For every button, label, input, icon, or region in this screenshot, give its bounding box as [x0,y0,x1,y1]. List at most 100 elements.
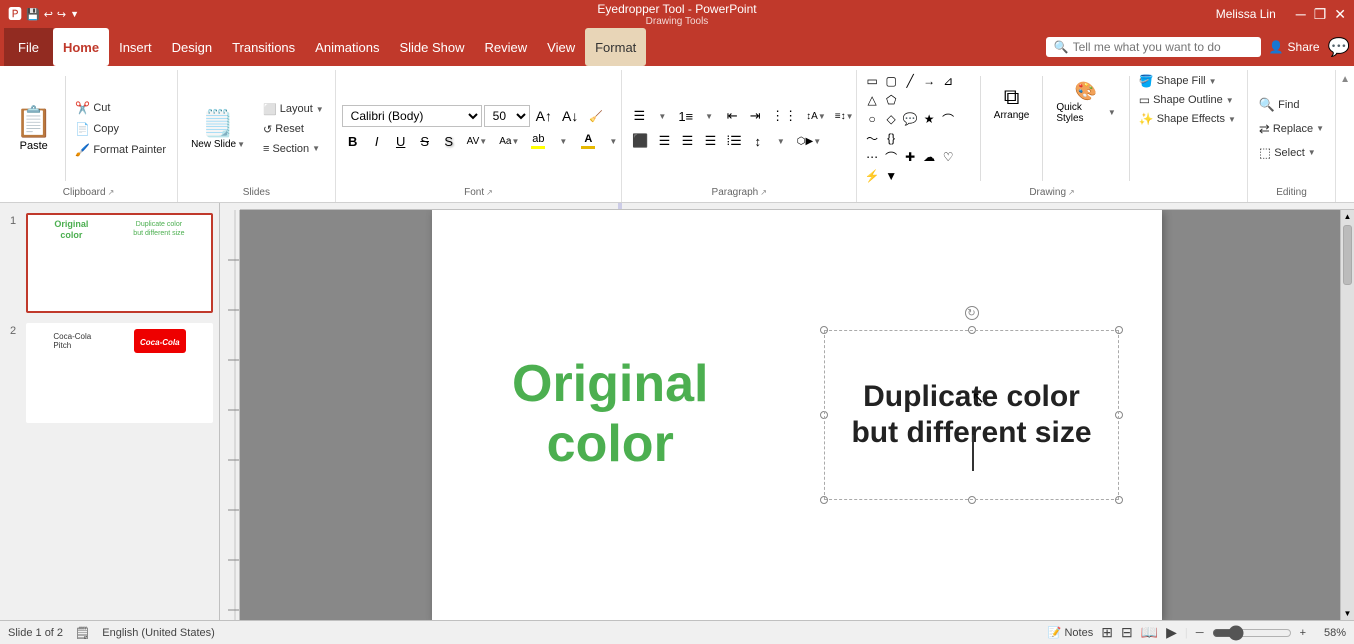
reading-view-button[interactable]: 📖 [1141,624,1158,641]
presenter-view-button[interactable]: ▶ [1166,624,1177,641]
shape-star[interactable]: ★ [920,110,938,128]
italic-button[interactable]: I [366,130,388,152]
slide-sorter-button[interactable]: ⊟ [1121,624,1133,641]
menu-slideshow[interactable]: Slide Show [389,28,474,66]
share-button[interactable]: 👤 Share [1269,40,1320,54]
font-size-select[interactable]: 50 [484,105,530,127]
comment-button[interactable]: 💬 [1328,37,1350,58]
shape-round-rect[interactable]: ▢ [882,72,900,90]
menu-design[interactable]: Design [162,28,222,66]
shape-outline-button[interactable]: ▭ Shape Outline ▼ [1134,91,1241,109]
font-shrink-button[interactable]: A↓ [558,106,582,126]
menu-home[interactable]: Home [53,28,109,66]
reset-button[interactable]: ↺ Reset [258,120,329,139]
arrange-button[interactable]: ⧉ Arrange [985,72,1039,132]
shape-more2[interactable]: ⋯ [863,148,881,166]
layout-button[interactable]: ⬜ Layout ▼ [258,100,329,119]
shape-heart[interactable]: ♡ [939,148,957,166]
section-button[interactable]: ≡ Section ▼ [258,140,329,158]
zoom-slider[interactable] [1212,625,1292,641]
slide-thumb-1[interactable]: Original color Duplicate color but diffe… [26,213,213,313]
shape-bracket[interactable]: {} [882,129,900,147]
drawing-expand[interactable]: ↗ [1068,188,1075,197]
increase-indent-button[interactable]: ⇥ [744,105,766,127]
shape-curved[interactable]: ⌒ [939,110,957,128]
font-color-dd-arrow[interactable]: ▼ [602,130,624,152]
strikethrough-button[interactable]: S [414,130,436,152]
font-grow-button[interactable]: A↑ [532,106,556,126]
font-color-dropdown[interactable]: ▼ [552,130,574,152]
search-input[interactable] [1073,40,1253,54]
highlight-button[interactable]: ab [526,130,550,152]
line-spacing-button[interactable]: ↕ [747,130,769,152]
normal-view-button[interactable]: ⊞ [1101,624,1113,641]
shape-more[interactable]: ⊿ [939,72,957,90]
clear-format-button[interactable]: 🧹 [584,105,608,127]
case-button[interactable]: Aa ▼ [494,130,524,152]
zoom-in-button[interactable]: + [1300,627,1306,639]
menu-insert[interactable]: Insert [109,28,162,66]
menu-file[interactable]: File [4,28,53,66]
shape-diamond[interactable]: ◇ [882,110,900,128]
zoom-out-button[interactable]: ─ [1196,627,1204,639]
scroll-down-button[interactable]: ▼ [1341,607,1354,620]
paragraph-expand[interactable]: ↗ [760,188,767,197]
numbering-dropdown[interactable]: ▼ [698,105,720,127]
select-button[interactable]: ⬚ Select ▼ [1254,142,1329,164]
menu-format[interactable]: Format [585,28,646,66]
notes-button[interactable]: 📝 Notes [1048,626,1093,639]
search-box[interactable]: 🔍 [1046,37,1261,57]
close-btn[interactable]: ✕ [1334,6,1346,23]
find-button[interactable]: 🔍 Find [1254,94,1329,116]
copy-button[interactable]: 📄 Copy [70,119,171,139]
col-button[interactable]: ⁞☰ [723,130,746,152]
zoom-level[interactable]: 58% [1314,627,1346,639]
font-name-select[interactable]: Calibri (Body) [342,105,482,127]
menu-animations[interactable]: Animations [305,28,389,66]
shape-pentagon[interactable]: ⬠ [882,91,900,109]
shape-line[interactable]: ╱ [901,72,919,90]
align-text-button[interactable]: ≡↕ ▼ [831,105,858,127]
shape-freeform[interactable]: 〜 [863,129,881,147]
char-spacing-button[interactable]: AV ▼ [462,130,493,152]
shape-fill-button[interactable]: 🪣 Shape Fill ▼ [1134,72,1241,90]
ribbon-collapse-icon[interactable]: ▲ [1340,74,1350,85]
decrease-indent-button[interactable]: ⇤ [721,105,743,127]
shape-rect[interactable]: ▭ [863,72,881,90]
shape-dd-arrow[interactable]: ▼ [882,167,900,185]
vertical-scrollbar[interactable]: ▲ ▼ [1340,210,1354,620]
scroll-up-button[interactable]: ▲ [1341,210,1354,223]
align-right-button[interactable]: ☰ [677,130,699,152]
replace-button[interactable]: ⇄ Replace ▼ [1254,118,1329,140]
font-expand[interactable]: ↗ [486,188,493,197]
underline-button[interactable]: U [390,130,412,152]
menu-view[interactable]: View [537,28,585,66]
bullets-button[interactable]: ☰ [628,105,650,127]
justify-button[interactable]: ☰ [700,130,722,152]
shape-effects-button[interactable]: ✨ Shape Effects ▼ [1134,110,1241,128]
minimize-btn[interactable]: ─ [1296,6,1306,22]
slide-thumb-2[interactable]: Coca-Cola Pitch Coca-Cola [26,323,213,423]
smartart-cols-button[interactable]: ⋮⋮ [767,105,801,127]
font-color-button[interactable]: A [576,130,600,152]
format-painter-button[interactable]: 🖌️ Format Painter [70,140,171,160]
shape-arrow[interactable]: → [920,72,938,90]
new-slide-button[interactable]: 🗒️ New Slide ▼ [184,103,252,155]
scroll-thumb[interactable] [1343,225,1352,285]
shadow-button[interactable]: S [438,130,460,152]
shape-lightning[interactable]: ⚡ [863,167,881,185]
align-center-button[interactable]: ☰ [654,130,676,152]
shape-triangle[interactable]: △ [863,91,881,109]
convert-smartart-button[interactable]: ⬡▶ ▼ [793,130,825,152]
ribbon-collapse[interactable]: ▲ [1336,70,1354,202]
restore-btn[interactable]: ❐ [1314,6,1327,23]
rotate-handle[interactable]: ↻ [965,306,979,320]
shape-circle[interactable]: ○ [863,110,881,128]
qat-more[interactable]: ▼ [70,9,79,19]
menu-review[interactable]: Review [475,28,538,66]
bold-button[interactable]: B [342,130,364,152]
shape-cross[interactable]: ✚ [901,148,919,166]
cut-button[interactable]: ✂️ Cut [70,98,171,118]
line-spacing-dropdown[interactable]: ▼ [770,130,792,152]
qat-save[interactable]: 💾 [26,8,40,21]
